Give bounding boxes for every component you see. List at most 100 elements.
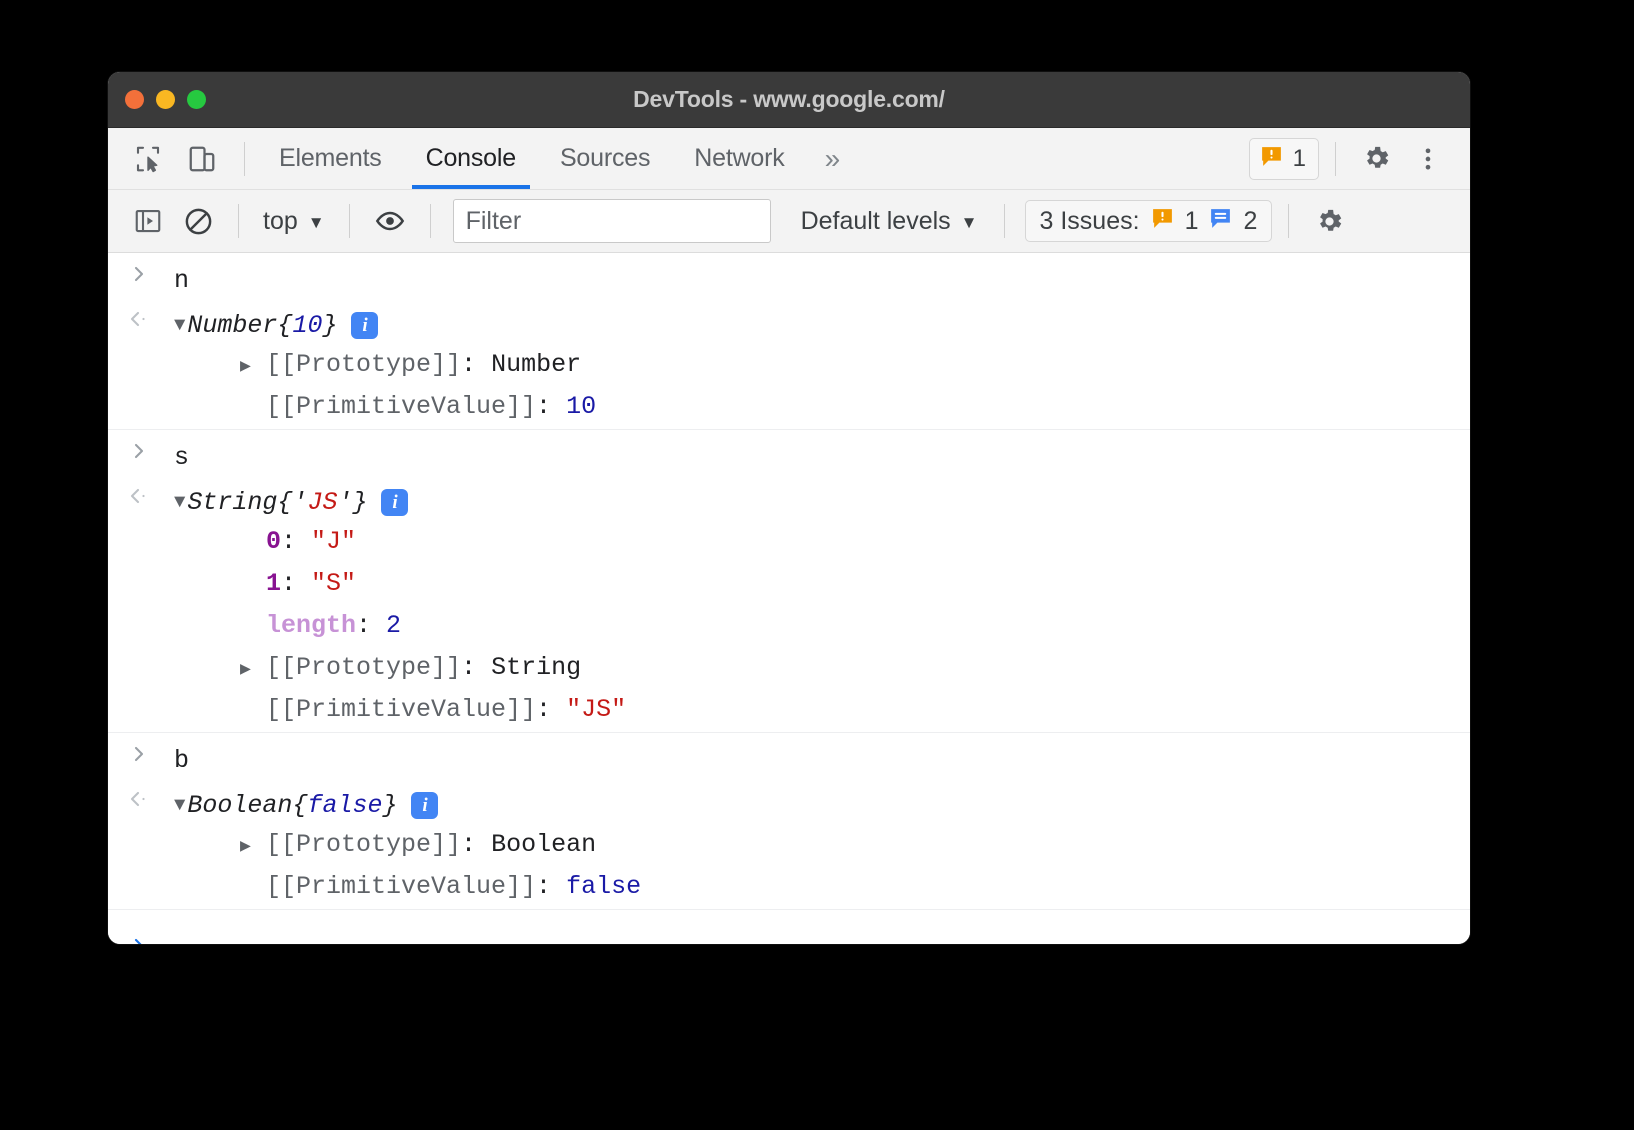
warning-message-icon [1259,144,1284,174]
output-chevron-icon [130,306,174,329]
info-badge-icon[interactable]: i [351,312,378,339]
toolbar-divider [238,204,239,238]
object-preview-value: false [307,786,382,825]
object-preview-header[interactable]: ▼Boolean {false}i [174,786,641,825]
warning-count-badge[interactable]: 1 [1249,138,1319,180]
toolbar-divider [1288,204,1289,238]
object-property-row: ▶[[Prototype]]: String [240,648,626,690]
console-sidebar-icon[interactable] [124,197,172,245]
triangle-right-icon[interactable]: ▶ [240,828,266,867]
tab-console[interactable]: Console [404,128,538,189]
execution-context-selector[interactable]: top ▼ [255,205,333,238]
inspect-element-icon[interactable] [124,135,172,183]
property-value: String [491,648,581,687]
object-property-list: ▶[[Prototype]]: Boolean [[PrimitiveValue… [174,825,641,909]
device-toolbar-icon[interactable] [178,135,226,183]
tab-elements[interactable]: Elements [257,128,404,189]
object-property-row: [[PrimitiveValue]]: 10 [240,387,596,429]
triangle-right-icon[interactable]: ▶ [240,651,266,690]
triangle-down-icon[interactable]: ▼ [174,493,185,512]
property-value: Boolean [491,825,596,864]
property-separator: : [536,867,566,906]
property-key: 0 [266,522,281,561]
preview-close-brace: } [382,786,397,825]
object-property-list: 0: "J" 1: "S" length: 2▶[[Prototype]]: S… [174,522,626,732]
object-property-row: 0: "J" [240,522,626,564]
console-message-group: s▼String {'JS'}i 0: "J" 1: "S" length: 2… [108,430,1470,733]
tab-sources[interactable]: Sources [538,128,672,189]
preview-close-brace: } [322,306,337,345]
property-key: [[PrimitiveValue]] [266,690,536,729]
triangle-right-icon[interactable]: ▶ [240,348,266,387]
console-input-expression: n [174,261,189,300]
property-value: "JS" [566,690,626,729]
object-preview-value: JS [307,483,337,522]
kebab-menu-icon[interactable] [1404,135,1452,183]
issues-label: 3 Issues: [1040,207,1140,236]
property-separator: : [461,648,491,687]
issues-warning-count: 1 [1185,207,1199,236]
info-message-icon [1208,206,1233,236]
panel-tabs: Elements Console Sources Network » [257,128,858,189]
maximize-window-button[interactable] [187,90,206,109]
object-preview-header[interactable]: ▼String {'JS'}i [174,483,626,522]
console-object-tree: ▼Boolean {false}i▶[[Prototype]]: Boolean… [174,786,641,909]
preview-open-brace: { [292,786,307,825]
clear-console-icon[interactable] [174,197,222,245]
console-output-row: ▼String {'JS'}i 0: "J" 1: "S" length: 2▶… [108,481,1470,732]
property-key: [[Prototype]] [266,825,461,864]
object-property-row: [[PrimitiveValue]]: false [240,867,641,909]
property-indent-spacer [240,390,266,429]
tabbar-left-tools [108,128,257,189]
console-settings-gear-icon[interactable] [1305,197,1353,245]
console-prompt-row[interactable] [108,910,1470,944]
toolbar-divider [349,204,350,238]
property-indent-spacer [240,870,266,909]
console-input-row: b [108,733,1470,784]
minimize-window-button[interactable] [156,90,175,109]
toolbar-divider [1004,204,1005,238]
tab-network[interactable]: Network [672,128,806,189]
execution-context-label: top [263,207,298,236]
warning-count: 1 [1293,145,1306,173]
property-indent-spacer [240,609,266,648]
console-output-row: ▼Number {10}i▶[[Prototype]]: Number [[Pr… [108,304,1470,429]
log-levels-selector[interactable]: Default levels ▼ [791,205,988,238]
object-property-row: ▶[[Prototype]]: Boolean [240,825,641,867]
triangle-down-icon[interactable]: ▼ [174,796,185,815]
object-property-row: length: 2 [240,606,626,648]
object-preview-header[interactable]: ▼Number {10}i [174,306,596,345]
filter-input[interactable] [453,199,771,243]
property-separator: : [461,345,491,384]
property-key: length [266,606,356,645]
object-constructor-name: Number [187,306,277,345]
toolbar-divider [244,142,245,176]
close-window-button[interactable] [125,90,144,109]
property-value: Number [491,345,581,384]
triangle-down-icon[interactable]: ▼ [174,316,185,335]
traffic-lights [108,90,206,109]
info-badge-icon[interactable]: i [381,489,408,516]
property-indent-spacer [240,567,266,606]
console-input-expression: b [174,741,189,780]
info-badge-icon[interactable]: i [411,792,438,819]
property-value: false [566,867,641,906]
object-constructor-name: String [187,483,277,522]
preview-close-brace: '} [337,483,367,522]
log-levels-label: Default levels [801,207,951,236]
eye-icon[interactable] [366,197,414,245]
issues-badge[interactable]: 3 Issues: 1 2 [1025,200,1273,242]
property-separator: : [356,606,386,645]
more-tabs-icon[interactable]: » [807,128,858,189]
property-value: "S" [311,564,356,603]
property-separator: : [281,522,311,561]
property-separator: : [536,387,566,426]
property-indent-spacer [240,693,266,732]
console-message-list[interactable]: n▼Number {10}i▶[[Prototype]]: Number [[P… [108,253,1470,944]
gear-icon[interactable] [1352,135,1400,183]
issues-info-count: 2 [1243,207,1257,236]
console-message-group: n▼Number {10}i▶[[Prototype]]: Number [[P… [108,253,1470,430]
input-chevron-icon [130,741,174,764]
property-key: [[Prototype]] [266,648,461,687]
property-separator: : [281,564,311,603]
